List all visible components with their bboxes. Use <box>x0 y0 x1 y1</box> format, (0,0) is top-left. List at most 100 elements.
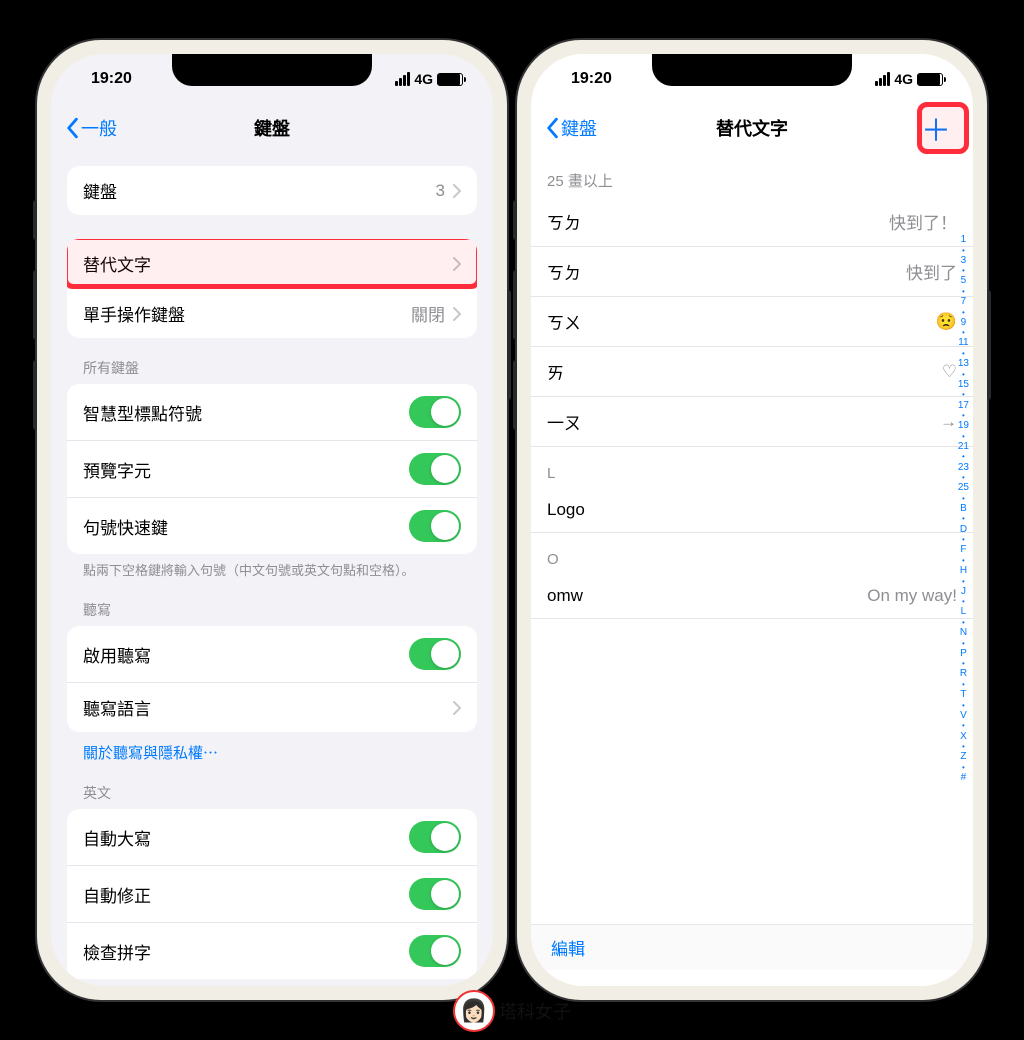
index-char[interactable]: • <box>962 473 965 482</box>
index-char[interactable]: • <box>962 556 965 565</box>
section-25: 25 畫以上 <box>531 152 973 197</box>
row-check-spell: 檢查拼字 <box>67 923 477 979</box>
index-char[interactable]: B <box>960 503 967 515</box>
index-char[interactable]: • <box>962 328 965 337</box>
index-char[interactable]: # <box>961 772 967 784</box>
index-char[interactable]: 1 <box>961 234 967 246</box>
index-char[interactable]: 23 <box>958 462 969 474</box>
index-char[interactable]: 15 <box>958 379 969 391</box>
index-char[interactable]: X <box>960 731 967 743</box>
index-char[interactable]: 9 <box>961 317 967 329</box>
list-item[interactable]: 一ㄡ→ <box>531 397 973 447</box>
index-char[interactable]: • <box>962 701 965 710</box>
index-char[interactable]: • <box>962 514 965 523</box>
index-char[interactable]: • <box>962 266 965 275</box>
index-char[interactable]: H <box>960 565 967 577</box>
row-text-replacement[interactable]: 替代文字 <box>67 239 477 289</box>
index-char[interactable]: • <box>962 370 965 379</box>
carrier-label: 4G <box>894 71 913 87</box>
dictation-privacy-link[interactable]: 關於聽寫與隱私權⋯ <box>67 732 477 763</box>
index-char[interactable]: • <box>962 659 965 668</box>
index-char[interactable]: 13 <box>958 358 969 370</box>
index-char[interactable]: • <box>962 494 965 503</box>
row-preview: 預覽字元 <box>67 441 477 498</box>
navbar-right: 鍵盤 替代文字 ＋ <box>531 104 973 152</box>
row-one-handed[interactable]: 單手操作鍵盤 關閉 <box>67 289 477 338</box>
index-char[interactable]: • <box>962 577 965 586</box>
toggle-dictation[interactable] <box>409 638 461 670</box>
index-char[interactable]: R <box>960 668 967 680</box>
index-char[interactable]: 25 <box>958 482 969 494</box>
index-char[interactable]: N <box>960 627 967 639</box>
index-char[interactable]: • <box>962 390 965 399</box>
toggle-auto-correct[interactable] <box>409 878 461 910</box>
section-dictation: 聽寫 <box>67 580 477 626</box>
index-char[interactable]: • <box>962 763 965 772</box>
index-bar[interactable]: 1•3•5•7•9•11•13•15•17•19•21•23•25•B•D•F•… <box>958 234 969 783</box>
index-char[interactable]: Z <box>960 751 966 763</box>
list-item[interactable]: ㄎㄉ快到了 <box>531 247 973 297</box>
index-char[interactable]: • <box>962 680 965 689</box>
index-char[interactable]: 7 <box>961 296 967 308</box>
back-button[interactable]: 一般 <box>65 115 117 141</box>
phrase-text: 快到了！ <box>889 209 957 234</box>
index-char[interactable]: • <box>962 432 965 441</box>
notch <box>652 54 852 86</box>
index-char[interactable]: 21 <box>958 441 969 453</box>
index-char[interactable]: • <box>962 597 965 606</box>
index-char[interactable]: • <box>962 411 965 420</box>
index-char[interactable]: • <box>962 308 965 317</box>
chevron-right-icon <box>453 184 461 198</box>
index-char[interactable]: T <box>960 689 966 701</box>
row-keyboards[interactable]: 鍵盤 3 <box>67 166 477 215</box>
index-char[interactable]: • <box>962 246 965 255</box>
list-item[interactable]: ㄞ♡ <box>531 347 973 397</box>
index-char[interactable]: P <box>960 648 967 660</box>
battery-icon <box>437 73 463 86</box>
index-char[interactable]: • <box>962 349 965 358</box>
toggle-auto-cap[interactable] <box>409 821 461 853</box>
index-char[interactable]: D <box>960 524 967 536</box>
index-char[interactable]: 11 <box>958 337 968 349</box>
index-char[interactable]: J <box>961 586 966 598</box>
index-char[interactable]: V <box>960 710 967 722</box>
shortcut-text: ㄎㄨ <box>547 309 581 334</box>
index-char[interactable]: F <box>960 544 966 556</box>
shortcut-text: ㄞ <box>547 359 564 384</box>
index-char[interactable]: 5 <box>961 275 967 287</box>
navbar-left: 一般 鍵盤 <box>51 104 493 152</box>
phrase-text: 快到了 <box>906 259 957 284</box>
index-char[interactable]: • <box>962 287 965 296</box>
back-button[interactable]: 鍵盤 <box>545 115 597 141</box>
notch <box>172 54 372 86</box>
index-char[interactable]: • <box>962 618 965 627</box>
row-label: 自動修正 <box>83 882 151 907</box>
index-char[interactable]: • <box>962 452 965 461</box>
shortcut-text: Logo <box>547 500 585 520</box>
back-label: 一般 <box>81 115 117 141</box>
index-char[interactable]: • <box>962 535 965 544</box>
index-char[interactable]: • <box>962 742 965 751</box>
add-button[interactable]: ＋ <box>913 106 959 150</box>
chevron-right-icon <box>453 307 461 321</box>
index-char[interactable]: • <box>962 721 965 730</box>
index-char[interactable]: 3 <box>961 255 967 267</box>
edit-button[interactable]: 編輯 <box>531 924 973 970</box>
list-item[interactable]: ㄎㄉ快到了！ <box>531 197 973 247</box>
chevron-left-icon <box>65 117 79 139</box>
page-title: 鍵盤 <box>51 115 493 141</box>
list-item[interactable]: omwOn my way! <box>531 574 973 619</box>
index-char[interactable]: • <box>962 639 965 648</box>
index-char[interactable]: L <box>961 606 967 618</box>
list-item[interactable]: Logo <box>531 488 973 533</box>
list-item[interactable]: ㄎㄨ😟 <box>531 297 973 347</box>
toggle-smart-punct[interactable] <box>409 396 461 428</box>
index-char[interactable]: 17 <box>958 400 969 412</box>
toggle-preview[interactable] <box>409 453 461 485</box>
edit-label: 編輯 <box>551 940 585 959</box>
index-char[interactable]: 19 <box>958 420 969 432</box>
toggle-check-spell[interactable] <box>409 935 461 967</box>
toggle-period-shortcut[interactable] <box>409 510 461 542</box>
footer-period: 點兩下空格鍵將輸入句號（中文句號或英文句點和空格）。 <box>67 554 477 580</box>
row-dictation-lang[interactable]: 聽寫語言 <box>67 683 477 732</box>
